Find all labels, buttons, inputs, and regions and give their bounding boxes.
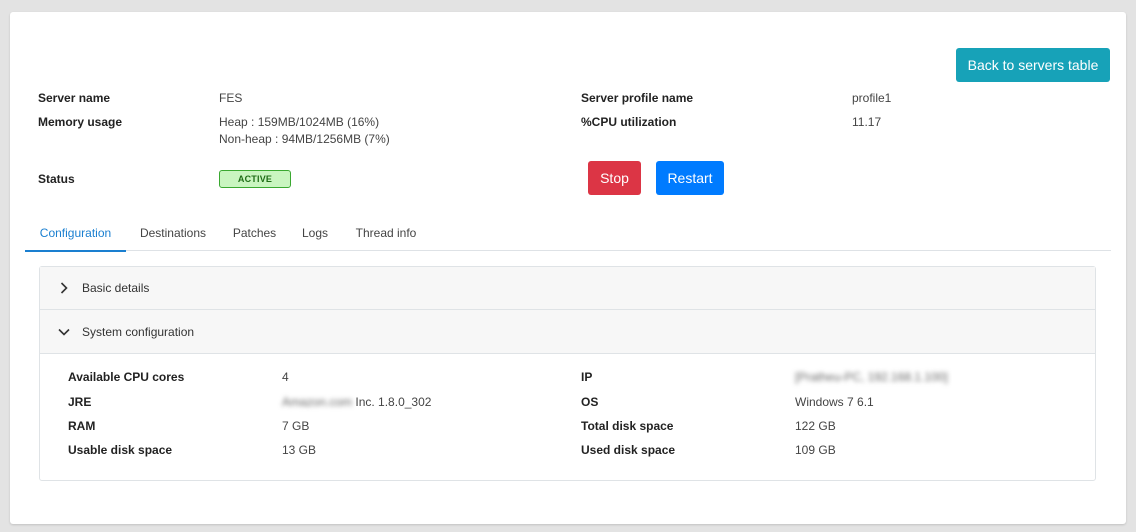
memory-usage-label: Memory usage — [38, 115, 123, 129]
jre-value: Amazon.com Inc. 1.8.0_302 — [282, 395, 431, 409]
tab-thread-info[interactable]: Thread info — [351, 215, 421, 251]
used-disk-value: 109 GB — [795, 443, 836, 457]
memory-nonheap-value: Non-heap : 94MB/1256MB (7%) — [219, 132, 390, 146]
cpu-utilization-label: %CPU utilization — [581, 115, 677, 129]
server-profile-name-label: Server profile name — [581, 91, 694, 105]
os-label: OS — [581, 395, 599, 409]
jre-label: JRE — [68, 395, 92, 409]
total-disk-label: Total disk space — [581, 419, 674, 433]
ip-label: IP — [581, 370, 593, 384]
chevron-down-icon — [58, 326, 70, 338]
total-disk-value: 122 GB — [795, 419, 836, 433]
cpu-cores-value: 4 — [282, 370, 289, 384]
back-to-servers-button[interactable]: Back to servers table — [956, 48, 1110, 82]
ram-label: RAM — [68, 419, 96, 433]
detail-tabs: Configuration Destinations Patches Logs … — [25, 215, 1111, 252]
ip-value-redacted: [Pratheu-PC, 192.168.1.100] — [795, 370, 948, 384]
chevron-right-icon — [58, 282, 70, 294]
tab-destinations[interactable]: Destinations — [130, 215, 216, 251]
server-profile-name-value: profile1 — [852, 91, 892, 105]
server-details-card: Back to servers table Server name FES Me… — [10, 12, 1126, 524]
server-name-value: FES — [219, 91, 243, 105]
basic-details-title: Basic details — [82, 281, 150, 295]
usable-disk-label: Usable disk space — [68, 443, 173, 457]
jre-version: Inc. 1.8.0_302 — [355, 395, 432, 409]
tab-logs[interactable]: Logs — [297, 215, 333, 251]
server-name-label: Server name — [38, 91, 111, 105]
ram-value: 7 GB — [282, 419, 310, 433]
configuration-accordion: Basic details System configuration Avail… — [39, 266, 1096, 481]
cpu-utilization-value: 11.17 — [852, 115, 882, 129]
used-disk-label: Used disk space — [581, 443, 676, 457]
status-badge: ACTIVE — [219, 170, 291, 188]
status-label: Status — [38, 172, 75, 186]
tab-patches[interactable]: Patches — [226, 215, 283, 251]
jre-vendor-redacted: Amazon.com — [282, 395, 353, 409]
ip-value: [Pratheu-PC, 192.168.1.100] — [795, 370, 948, 384]
restart-button[interactable]: Restart — [656, 161, 724, 195]
system-configuration-title: System configuration — [82, 324, 195, 339]
basic-details-header[interactable]: Basic details — [40, 267, 1095, 310]
usable-disk-value: 13 GB — [282, 443, 317, 457]
cpu-cores-label: Available CPU cores — [68, 370, 185, 384]
os-value: Windows 7 6.1 — [795, 395, 874, 409]
memory-heap-value: Heap : 159MB/1024MB (16%) — [219, 115, 380, 129]
stop-button[interactable]: Stop — [588, 161, 641, 195]
system-configuration-header[interactable]: System configuration — [40, 310, 1095, 354]
tab-configuration[interactable]: Configuration — [25, 215, 126, 252]
